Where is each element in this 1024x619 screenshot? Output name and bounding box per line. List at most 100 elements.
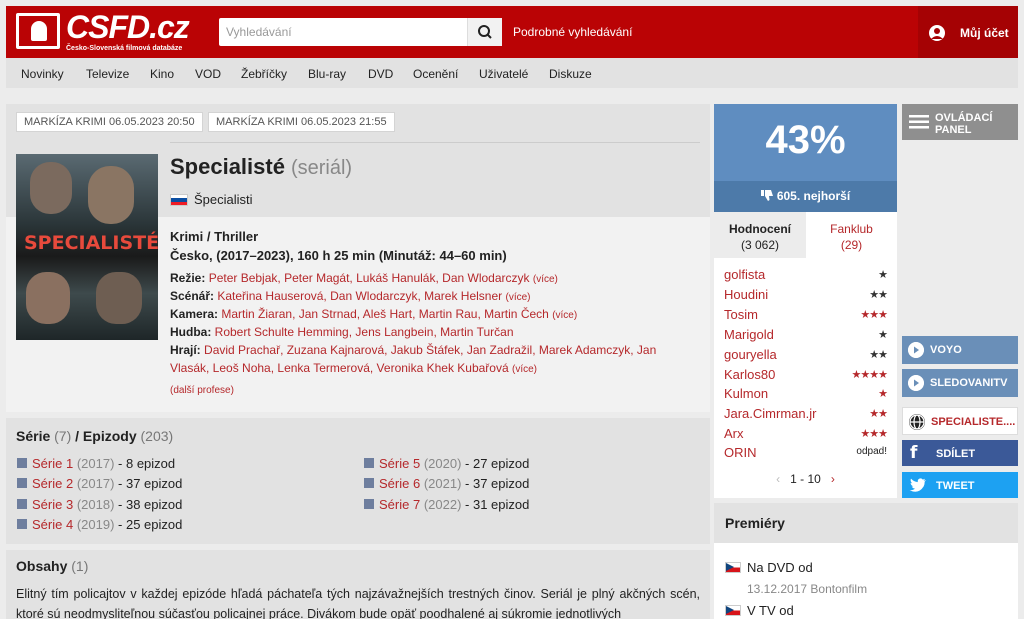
series-item[interactable]: Série 5 (2020) - 27 epizod — [364, 456, 529, 471]
user-link[interactable]: Kulmon — [724, 386, 768, 401]
more-professions-link[interactable]: (další profese) — [170, 385, 234, 396]
nav-item-oceneni[interactable]: Ocenění — [413, 67, 458, 81]
tv-tag[interactable]: MARKÍZA KRIMI 06.05.2023 20:50 — [16, 112, 203, 132]
nav-item-dvd[interactable]: DVD — [368, 67, 393, 81]
control-panel-button[interactable]: OVLÁDACÍ PANEL — [902, 104, 1018, 140]
play-icon — [908, 375, 924, 391]
series-item[interactable]: Série 3 (2018) - 38 epizod — [17, 497, 182, 512]
account-button[interactable]: Můj účet — [918, 6, 1018, 58]
crew-row-director: Režie: Peter Bebjak, Peter Magát, Lukáš … — [170, 269, 690, 289]
globe-icon — [909, 414, 925, 430]
series-item[interactable]: Série 4 (2019) - 25 epizod — [17, 517, 182, 532]
plot-text: Elitný tím policajtov v každej epizóde h… — [16, 587, 700, 619]
series-episodes: - 8 epizod — [118, 456, 176, 471]
official-web-button[interactable]: SPECIALISTE.... — [902, 407, 1018, 435]
series-square-icon — [17, 519, 27, 529]
rating-stars: ★★ — [869, 408, 888, 420]
rating-stars: ★ — [878, 388, 888, 400]
film-poster[interactable]: SPECIALISTÉ — [16, 154, 158, 340]
user-link[interactable]: golfista — [724, 267, 765, 282]
csfd-logo[interactable]: CSFD.cz Česko-Slovenská filmová databáze — [16, 9, 190, 53]
user-rating-row: gouryella ★★ — [724, 347, 888, 362]
prev-page-button[interactable]: ‹ — [776, 472, 780, 486]
poster-figure — [26, 272, 70, 324]
series-link[interactable]: Série 7 — [379, 497, 420, 512]
crew-label: Režie: — [170, 271, 206, 285]
series-link[interactable]: Série 2 — [32, 476, 73, 491]
crew-names[interactable]: Peter Bebjak, Peter Magát, Lukáš Hanulák… — [209, 271, 530, 285]
user-link[interactable]: Houdini — [724, 287, 768, 302]
series-year: (2021) — [423, 476, 462, 491]
nav-item-zebricky[interactable]: Žebříčky — [241, 67, 287, 81]
nav-item-novinky[interactable]: Novinky — [21, 67, 64, 81]
next-page-button[interactable]: › — [831, 472, 835, 486]
series-episodes: - 27 epizod — [465, 456, 530, 471]
series-episodes: - 37 epizod — [465, 476, 530, 491]
user-rating-row: golfista ★ — [724, 267, 888, 282]
series-link[interactable]: Série 6 — [379, 476, 420, 491]
tab-ratings-count: (3 062) — [740, 238, 780, 252]
tv-tag[interactable]: MARKÍZA KRIMI 06.05.2023 21:55 — [208, 112, 395, 132]
series-square-icon — [364, 458, 374, 468]
advanced-search-link[interactable]: Podrobné vyhledávání — [513, 25, 632, 39]
crew-names[interactable]: Kateřina Hauserová, Dan Wlodarczyk, Mare… — [217, 289, 502, 303]
more-link[interactable]: (více) — [533, 274, 558, 285]
series-episodes: - 31 epizod — [465, 497, 530, 512]
series-item[interactable]: Série 1 (2017) - 8 epizod — [17, 456, 175, 471]
crew-names-cont[interactable]: Vlasák, Leoš Noha, Lenka Termerová, Vero… — [170, 361, 509, 375]
search-input[interactable] — [219, 18, 467, 46]
user-link[interactable]: ORIN — [724, 445, 757, 460]
more-link[interactable]: (více) — [506, 292, 531, 303]
user-rating-row: ORIN odpad! — [724, 445, 887, 460]
series-item[interactable]: Série 2 (2017) - 37 epizod — [17, 476, 182, 491]
tab-ratings[interactable]: Hodnocení (3 062) — [714, 212, 806, 258]
search-button[interactable] — [467, 18, 502, 46]
plot-box: Obsahy (1) Elitný tím policajtov v každe… — [6, 550, 710, 619]
main-nav: Novinky Televize Kino VOD Žebříčky Blu-r… — [6, 58, 1018, 88]
more-professions-text[interactable]: (další profese) — [170, 385, 234, 396]
nav-item-televize[interactable]: Televize — [86, 67, 129, 81]
slovak-flag-icon — [170, 194, 188, 206]
nav-item-vod[interactable]: VOD — [195, 67, 221, 81]
nav-item-diskuze[interactable]: Diskuze — [549, 67, 592, 81]
tab-fanclub[interactable]: Fanklub (29) — [806, 212, 897, 258]
series-link[interactable]: Série 5 — [379, 456, 420, 471]
user-link[interactable]: Marigold — [724, 327, 774, 342]
search-icon — [478, 25, 492, 39]
series-square-icon — [17, 478, 27, 488]
crew-names[interactable]: Martin Žiaran, Jan Strnad, Aleš Hart, Ma… — [221, 307, 548, 321]
rating-box: 43% 605. nejhorší — [714, 104, 897, 212]
series-year: (2020) — [423, 456, 462, 471]
user-link[interactable]: Karlos80 — [724, 367, 775, 382]
premiere-label: V TV od — [747, 603, 794, 618]
series-item[interactable]: Série 6 (2021) - 37 epizod — [364, 476, 529, 491]
twitter-share-button[interactable]: TWEET — [902, 472, 1018, 498]
premiere-detail: 13.12.2017 Bontonfilm — [747, 582, 868, 596]
user-ratings-list: golfista ★ Houdini ★★ Tosim ★★★ Marigold ★ g… — [714, 258, 897, 498]
tab-ratings-label: Hodnocení — [729, 222, 791, 236]
crew-names[interactable]: David Prachař, Zuzana Kajnarová, Jakub Š… — [204, 343, 656, 357]
more-link[interactable]: (více) — [512, 364, 537, 375]
nav-item-kino[interactable]: Kino — [150, 67, 174, 81]
nav-item-bluray[interactable]: Blu-ray — [308, 67, 346, 81]
voyo-button[interactable]: VOYO — [902, 336, 1018, 364]
series-link[interactable]: Série 1 — [32, 456, 73, 471]
user-link[interactable]: Jara.Cimrman.jr — [724, 406, 816, 421]
series-link[interactable]: Série 4 — [32, 517, 73, 532]
series-episodes: - 38 epizod — [118, 497, 183, 512]
nav-item-uzivatele[interactable]: Uživatelé — [479, 67, 528, 81]
user-rating-row: Houdini ★★ — [724, 287, 888, 302]
film-logo-icon — [16, 13, 60, 49]
more-link[interactable]: (více) — [552, 310, 577, 321]
crew-names[interactable]: Robert Schulte Hemming, Jens Langbein, M… — [215, 325, 514, 339]
user-link[interactable]: gouryella — [724, 347, 777, 362]
user-link[interactable]: Tosim — [724, 307, 758, 322]
rank-bar[interactable]: 605. nejhorší — [714, 181, 897, 212]
series-link[interactable]: Série 3 — [32, 497, 73, 512]
series-episodes: - 37 epizod — [118, 476, 183, 491]
sledovanitv-button[interactable]: SLEDOVANITV — [902, 369, 1018, 397]
facebook-share-button[interactable]: f SDÍLET — [902, 440, 1018, 466]
series-heading: Série (7) / Epizody (203) — [16, 428, 173, 444]
user-link[interactable]: Arx — [724, 426, 744, 441]
series-item[interactable]: Série 7 (2022) - 31 epizod — [364, 497, 529, 512]
